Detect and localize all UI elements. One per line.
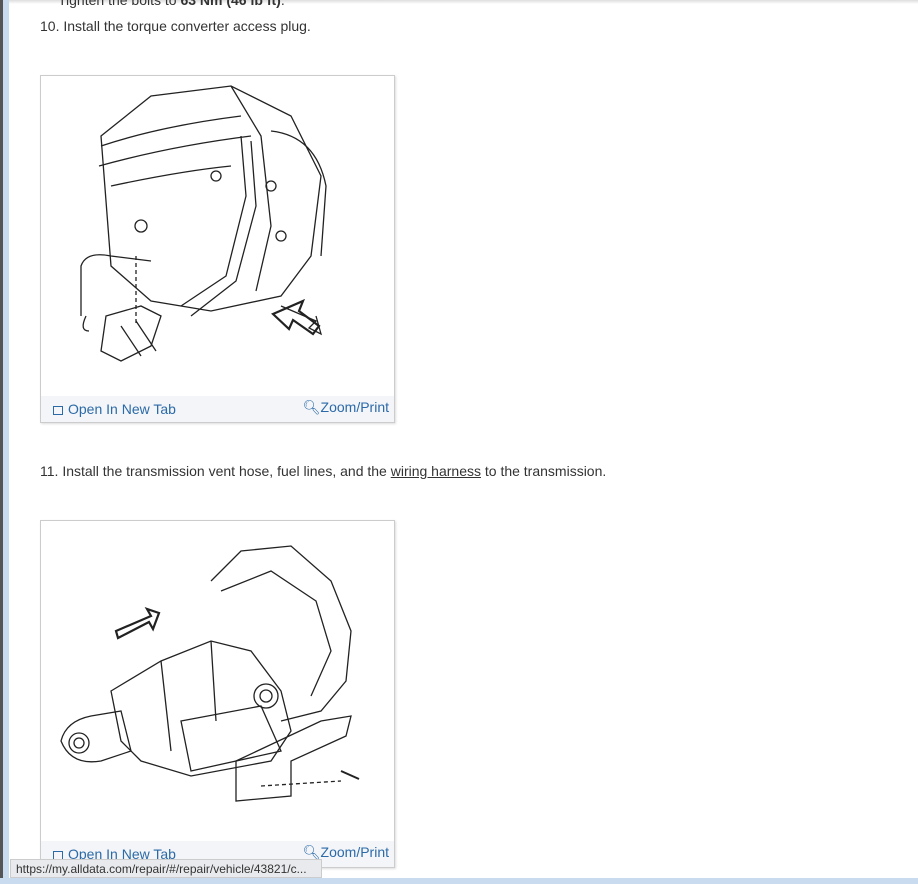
window-border-bottom — [0, 878, 918, 884]
status-bar-url: https://my.alldata.com/repair/#/repair/v… — [10, 859, 322, 878]
step-text-end: to the transmission. — [480, 463, 607, 479]
zoom-label: Zoom/Print — [320, 844, 389, 860]
transmission-illustration-1 — [80, 85, 327, 362]
figure-transmission-vent-hose: Open In New Tab 🔍︎Zoom/Print — [40, 520, 395, 868]
step-10-text: 10. Install the torque converter access … — [40, 18, 311, 34]
zoom-in-icon: 🔍︎ — [302, 399, 321, 415]
step-text-end: . — [280, 0, 285, 8]
step-text: Tighten the bolts to — [58, 0, 181, 8]
figure-torque-converter-plug: Open In New Tab 🔍︎Zoom/Print — [40, 75, 395, 423]
zoom-label: Zoom/Print — [320, 399, 389, 415]
window-border — [3, 0, 9, 884]
step-9-text: Tighten the bolts to 63 Nm (46 lb ft). — [58, 0, 285, 8]
transmission-illustration-2 — [60, 545, 360, 802]
step-text: 11. Install the transmission vent hose, … — [40, 463, 391, 479]
open-new-tab-icon — [53, 406, 63, 415]
zoom-print-link[interactable]: 🔍︎Zoom/Print — [303, 399, 389, 416]
open-in-new-tab-link[interactable]: Open In New Tab — [53, 401, 176, 417]
wiring-harness-link[interactable]: wiring harness — [391, 463, 481, 479]
figure-footer: Open In New Tab 🔍︎Zoom/Print — [41, 396, 394, 422]
torque-value: 63 Nm (46 lb ft) — [180, 0, 281, 8]
open-label: Open In New Tab — [68, 401, 176, 417]
zoom-in-icon: 🔍︎ — [302, 844, 321, 860]
step-11-text: 11. Install the transmission vent hose, … — [40, 463, 606, 479]
